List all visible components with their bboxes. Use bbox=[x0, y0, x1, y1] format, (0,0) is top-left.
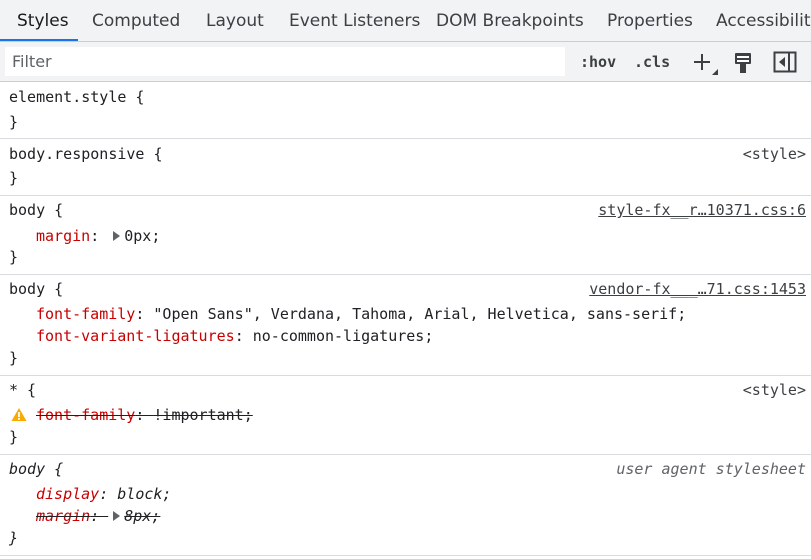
tab-properties[interactable]: Properties bbox=[607, 0, 693, 41]
rule-closing-brace: } bbox=[9, 248, 19, 266]
style-rule-body-vendor-fx: body { vendor-fx___…71.css:1453 font-fam… bbox=[0, 275, 811, 376]
tab-dom-breakpoints[interactable]: DOM Breakpoints bbox=[436, 0, 584, 41]
rule-source[interactable]: <style> bbox=[743, 379, 806, 401]
css-declaration-invalid[interactable]: font-family: !important; bbox=[36, 404, 253, 426]
rule-source[interactable]: <style> bbox=[743, 143, 806, 165]
rule-closing-brace: } bbox=[9, 428, 19, 446]
property-name: display bbox=[36, 485, 100, 503]
property-name[interactable]: font-family bbox=[36, 305, 135, 323]
style-rule-body-responsive: body.responsive { <style> } bbox=[0, 139, 811, 196]
rule-closing-brace: } bbox=[9, 349, 19, 367]
css-declaration[interactable]: font-family: "Open Sans", Verdana, Tahom… bbox=[36, 303, 686, 325]
style-rule-element-style: element.style { } bbox=[0, 82, 811, 139]
cls-button[interactable]: .cls bbox=[634, 42, 670, 82]
rule-selector[interactable]: body { bbox=[9, 278, 63, 300]
property-name[interactable]: font-family bbox=[36, 406, 135, 424]
css-declaration-overridden: margin: 8px; bbox=[36, 505, 160, 527]
css-declaration[interactable]: font-variant-ligatures: no-common-ligatu… bbox=[36, 325, 433, 347]
tab-styles[interactable]: Styles bbox=[17, 0, 69, 41]
styles-toolbar: :hov .cls bbox=[0, 42, 811, 82]
rule-source-link[interactable]: vendor-fx___…71.css:1453 bbox=[589, 278, 806, 300]
tab-event-listeners[interactable]: Event Listeners bbox=[289, 0, 420, 41]
tab-layout[interactable]: Layout bbox=[206, 0, 264, 41]
rule-closing-brace: } bbox=[9, 113, 19, 131]
rule-selector[interactable]: body { bbox=[9, 199, 63, 221]
property-name[interactable]: font-variant-ligatures bbox=[36, 327, 235, 345]
tab-accessibility[interactable]: Accessibility bbox=[716, 0, 811, 41]
rule-source-link[interactable]: style-fx__r…10371.css:6 bbox=[598, 199, 806, 221]
style-rule-body-user-agent: body { user agent stylesheet display: bl… bbox=[0, 455, 811, 556]
property-value: block; bbox=[117, 485, 172, 503]
sidebar-toggle-icon[interactable] bbox=[773, 51, 797, 73]
property-separator: : bbox=[234, 327, 253, 345]
expand-triangle-icon[interactable] bbox=[113, 231, 121, 241]
filter-input[interactable] bbox=[5, 47, 565, 76]
rule-source-user-agent: user agent stylesheet bbox=[616, 460, 806, 478]
property-value[interactable]: "Open Sans", Verdana, Tahoma, Arial, Hel… bbox=[153, 305, 686, 323]
property-separator: : bbox=[135, 305, 154, 323]
property-name: margin bbox=[36, 507, 91, 525]
property-separator: : bbox=[135, 406, 154, 424]
property-separator: : bbox=[90, 507, 109, 525]
tab-computed[interactable]: Computed bbox=[92, 0, 180, 41]
rule-selector[interactable]: element.style { bbox=[9, 86, 144, 108]
paint-brush-icon[interactable] bbox=[733, 51, 753, 75]
property-value: 8px; bbox=[124, 507, 161, 525]
css-declaration: display: block; bbox=[36, 483, 171, 505]
expand-triangle-icon[interactable] bbox=[113, 511, 121, 521]
property-separator: : bbox=[90, 227, 109, 245]
property-value[interactable]: 0px; bbox=[124, 227, 160, 245]
style-rule-body-style-fx: body { style-fx__r…10371.css:6 margin: 0… bbox=[0, 196, 811, 275]
property-value[interactable]: !important; bbox=[153, 406, 252, 424]
property-value[interactable]: no-common-ligatures; bbox=[253, 327, 434, 345]
plus-icon[interactable] bbox=[692, 51, 720, 77]
rule-selector: body { bbox=[9, 460, 64, 478]
warning-icon[interactable] bbox=[11, 407, 27, 422]
css-declaration[interactable]: margin: 0px; bbox=[36, 225, 160, 247]
property-separator: : bbox=[99, 485, 118, 503]
panel-tab-bar: Styles Computed Layout Event Listeners D… bbox=[0, 0, 811, 42]
property-name[interactable]: margin bbox=[36, 227, 90, 245]
rule-closing-brace: } bbox=[9, 529, 19, 547]
rule-closing-brace: } bbox=[9, 169, 19, 187]
hov-button[interactable]: :hov bbox=[580, 42, 616, 82]
rule-selector[interactable]: * { bbox=[9, 379, 36, 401]
rule-selector[interactable]: body.responsive { bbox=[9, 143, 163, 165]
style-rule-universal: * { <style> font-family: !important; } bbox=[0, 376, 811, 455]
